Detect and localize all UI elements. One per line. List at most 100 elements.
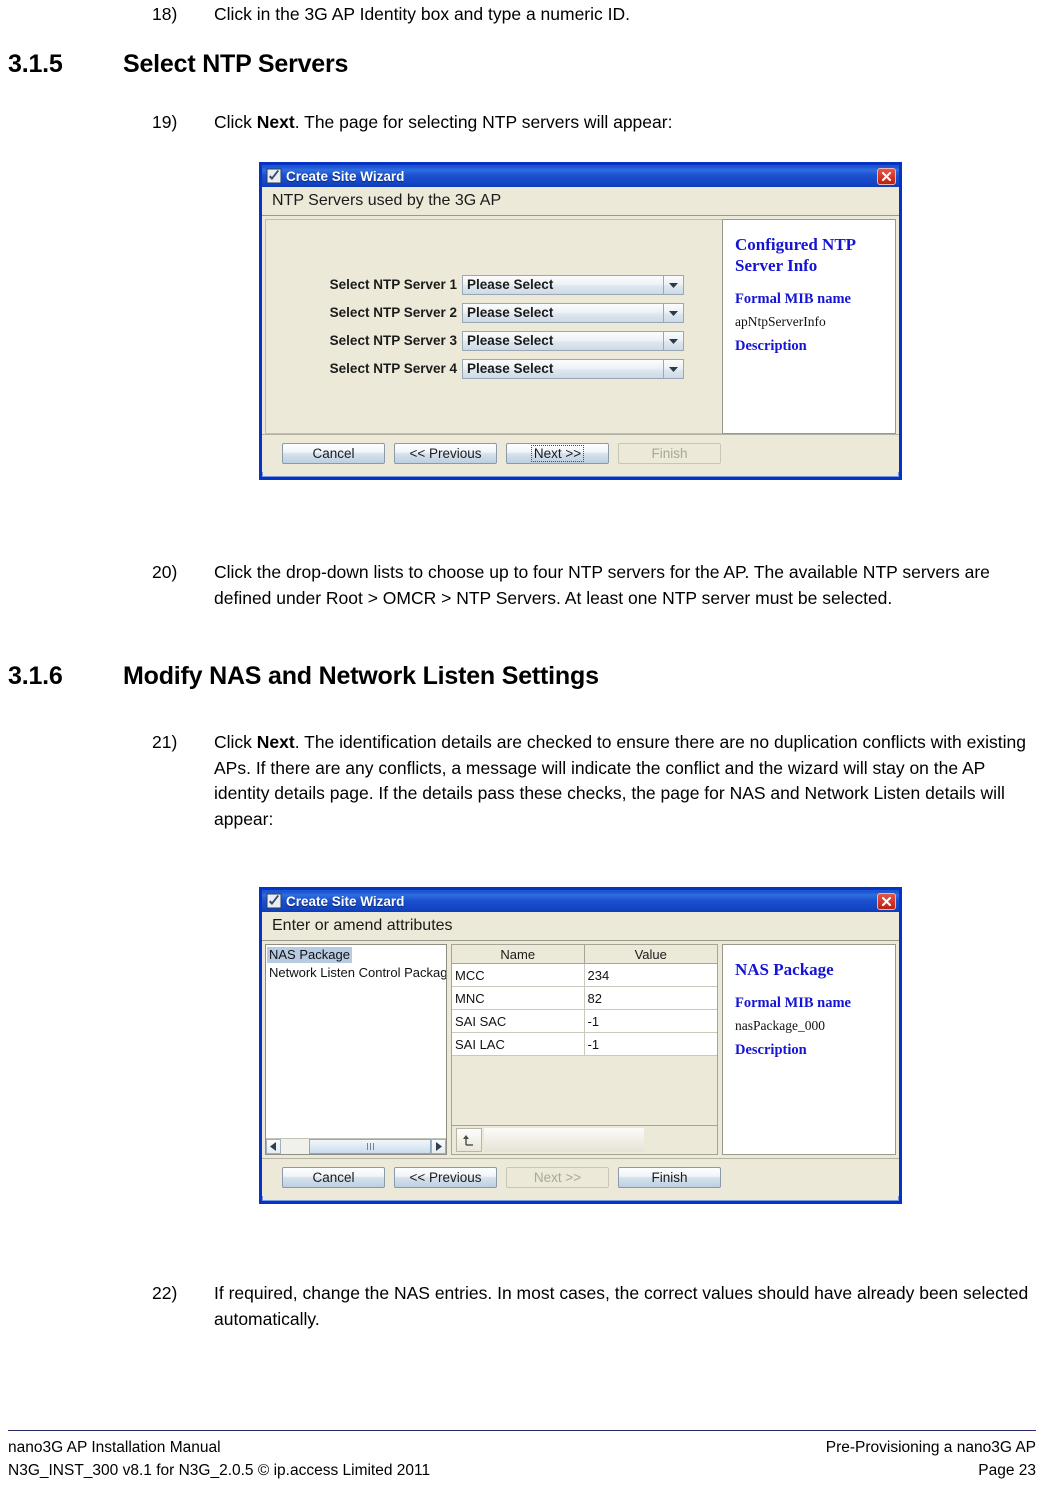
chevron-down-icon[interactable] xyxy=(663,331,683,350)
close-icon[interactable] xyxy=(877,892,896,910)
next-button[interactable]: Next >> xyxy=(506,443,609,464)
ntp-info-mib-value: apNtpServerInfo xyxy=(735,314,826,329)
cell-value[interactable]: -1 xyxy=(584,1033,717,1055)
table-empty-area xyxy=(452,1056,717,1125)
ntp-server-4-label: Select NTP Server 4 xyxy=(329,361,457,376)
heading-3-1-6-text: Modify NAS and Network Listen Settings xyxy=(123,662,599,690)
step-18-text: Click in the 3G AP Identity box and type… xyxy=(214,4,631,24)
footer-row-2: N3G_INST_300 v8.1 for N3G_2.0.5 © ip.acc… xyxy=(8,1459,1036,1482)
ntp-server-2-select[interactable]: Please Select xyxy=(462,302,684,323)
move-up-button[interactable] xyxy=(456,1128,482,1152)
attributes-toolbar xyxy=(451,1125,718,1155)
scroll-right-icon[interactable] xyxy=(431,1139,446,1154)
wizard-window-icon xyxy=(266,893,282,909)
footer-document-id: N3G_INST_300 v8.1 for N3G_2.0.5 © ip.acc… xyxy=(8,1462,431,1479)
step-21-pre: Click xyxy=(214,732,257,752)
scrollbar-thumb[interactable] xyxy=(309,1139,431,1154)
grip-icon xyxy=(366,1143,374,1150)
ntp-server-4-select[interactable]: Please Select xyxy=(462,358,684,379)
attr-dialog-titlebar[interactable]: Create Site Wizard xyxy=(262,890,899,912)
step-20: 20) Click the drop-down lists to choose … xyxy=(152,560,1032,611)
cell-name: SAI SAC xyxy=(452,1010,585,1032)
ntp-info-title: Configured NTP Server Info xyxy=(735,235,856,275)
page-footer: nano3G AP Installation Manual Pre-Provis… xyxy=(8,1430,1036,1482)
cancel-button[interactable]: Cancel xyxy=(282,443,385,464)
table-row[interactable]: SAI LAC -1 xyxy=(452,1033,717,1056)
close-icon[interactable] xyxy=(877,167,896,185)
ntp-server-3-select[interactable]: Please Select xyxy=(462,330,684,351)
table-row[interactable]: MNC 82 xyxy=(452,987,717,1010)
scrollbar-track[interactable] xyxy=(281,1139,431,1154)
step-21-text: Click Next. The identification details a… xyxy=(214,730,1038,832)
ntp-server-3-value: Please Select xyxy=(467,333,554,348)
attr-info-description-label: Description xyxy=(735,1042,807,1058)
step-21-emphasis: Next xyxy=(256,732,295,752)
ntp-server-row-1: Select NTP Server 1 Please Select xyxy=(324,274,722,295)
package-list[interactable]: NAS Package Network Listen Control Packa… xyxy=(265,944,447,1155)
ntp-form-panel: Select NTP Server 1 Please Select Select… xyxy=(265,219,722,434)
attributes-table-header: Name Value xyxy=(452,945,717,964)
footer-page-number: Page 23 xyxy=(978,1462,1036,1479)
scroll-left-icon[interactable] xyxy=(266,1139,281,1154)
column-header-name[interactable]: Name xyxy=(452,945,585,963)
step-19-number: 19) xyxy=(152,112,178,132)
attr-dialog-title: Create Site Wizard xyxy=(286,893,405,909)
step-19-emphasis: Next xyxy=(256,112,295,132)
heading-3-1-5-number: 3.1.5 xyxy=(8,50,63,78)
next-button: Next >> xyxy=(506,1167,609,1188)
ntp-dialog-titlebar[interactable]: Create Site Wizard xyxy=(262,165,899,187)
cell-name: SAI LAC xyxy=(452,1033,585,1055)
package-list-items: NAS Package Network Listen Control Packa… xyxy=(266,945,446,1138)
step-18: 18) Click in the 3G AP Identity box and … xyxy=(152,2,1012,28)
attr-info-panel: NAS Package Formal MIB name nasPackage_0… xyxy=(722,944,896,1155)
ntp-server-1-select[interactable]: Please Select xyxy=(462,274,684,295)
chevron-down-icon[interactable] xyxy=(663,303,683,322)
scrollbar-track-gap xyxy=(281,1139,309,1154)
attributes-table[interactable]: Name Value MCC 234 MNC 82 SAI SAC -1 SAI… xyxy=(451,944,718,1125)
table-row[interactable]: MCC 234 xyxy=(452,964,717,987)
package-item-nas[interactable]: NAS Package xyxy=(267,947,352,963)
footer-manual-title: nano3G AP Installation Manual xyxy=(8,1439,221,1456)
heading-3-1-6: 3.1.6 Modify NAS and Network Listen Sett… xyxy=(8,661,908,691)
ntp-info-mib-label: Formal MIB name xyxy=(735,291,851,307)
heading-3-1-5: 3.1.5 Select NTP Servers xyxy=(8,49,808,79)
attr-info-title: NAS Package xyxy=(735,960,834,979)
attributes-table-pane: Name Value MCC 234 MNC 82 SAI SAC -1 SAI… xyxy=(451,944,718,1155)
ntp-server-2-value: Please Select xyxy=(467,305,554,320)
package-item-network-listen[interactable]: Network Listen Control Package xyxy=(267,965,446,981)
previous-button[interactable]: << Previous xyxy=(394,1167,497,1188)
cancel-button[interactable]: Cancel xyxy=(282,1167,385,1188)
list-item[interactable]: NAS Package xyxy=(267,946,446,964)
table-row[interactable]: SAI SAC -1 xyxy=(452,1010,717,1033)
chevron-down-icon[interactable] xyxy=(663,359,683,378)
chevron-down-icon[interactable] xyxy=(663,275,683,294)
finish-button[interactable]: Finish xyxy=(618,1167,721,1188)
ntp-server-row-2: Select NTP Server 2 Please Select xyxy=(324,302,722,323)
cell-value[interactable]: -1 xyxy=(584,1010,717,1032)
list-item[interactable]: Network Listen Control Package xyxy=(267,964,446,982)
step-22-text: If required, change the NAS entries. In … xyxy=(214,1283,1029,1329)
step-20-text: Click the drop-down lists to choose up t… xyxy=(214,562,990,608)
step-22-number: 22) xyxy=(152,1283,178,1303)
ntp-server-2-label: Select NTP Server 2 xyxy=(329,305,457,320)
attr-dialog-footer: Cancel << Previous Next >> Finish xyxy=(262,1158,899,1196)
cell-value[interactable]: 82 xyxy=(584,987,717,1009)
cell-value[interactable]: 234 xyxy=(584,964,717,986)
previous-button[interactable]: << Previous xyxy=(394,443,497,464)
ntp-info-panel: Configured NTP Server Info Formal MIB na… xyxy=(722,219,896,434)
toolbar-spacer xyxy=(484,1128,644,1152)
attr-dialog-body: NAS Package Network Listen Control Packa… xyxy=(262,941,899,1158)
ntp-server-row-3: Select NTP Server 3 Please Select xyxy=(324,330,722,351)
column-header-value[interactable]: Value xyxy=(585,945,718,963)
ntp-server-row-4: Select NTP Server 4 Please Select xyxy=(324,358,722,379)
step-21-number: 21) xyxy=(152,732,178,752)
attr-dialog-header: Enter or amend attributes xyxy=(262,912,899,941)
footer-section-title: Pre-Provisioning a nano3G AP xyxy=(825,1439,1036,1456)
step-22: 22) If required, change the NAS entries.… xyxy=(152,1281,1038,1332)
ntp-server-1-label: Select NTP Server 1 xyxy=(329,277,457,292)
document-page: 18) Click in the 3G AP Identity box and … xyxy=(0,0,1044,1506)
step-19: 19) Click Next. The page for selecting N… xyxy=(152,110,1012,136)
ntp-dialog-title: Create Site Wizard xyxy=(286,168,405,184)
package-list-horizontal-scrollbar[interactable] xyxy=(266,1138,446,1154)
step-19-text: Click Next. The page for selecting NTP s… xyxy=(214,110,1012,136)
